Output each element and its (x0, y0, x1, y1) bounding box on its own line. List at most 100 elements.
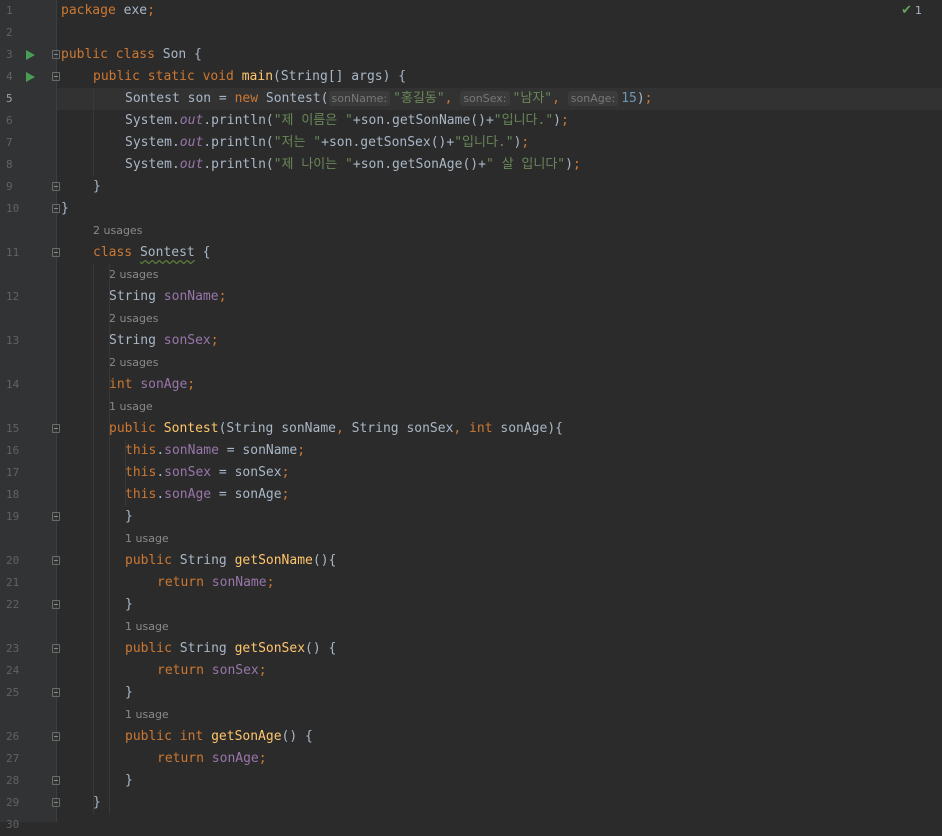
code-text[interactable]: System.out.println("제 나이는 "+son.getSonAg… (125, 154, 581, 176)
code-text[interactable]: String sonSex; (109, 330, 219, 352)
usages-hint[interactable]: 2 usages (93, 220, 142, 242)
usages-hint[interactable]: 1 usage (125, 528, 169, 550)
fold-icon[interactable] (52, 72, 60, 81)
code-line[interactable]: 4 public static void main(String[] args) … (6, 66, 942, 88)
code-token: "홍길동" (393, 91, 445, 106)
fold-icon[interactable] (52, 776, 60, 785)
usage-hint-row[interactable]: 2 usages (57, 264, 942, 286)
run-gutter-icon[interactable] (26, 50, 35, 60)
usage-hint-row[interactable]: 2 usages (57, 352, 942, 374)
code-line[interactable]: 19} (6, 506, 942, 528)
code-line[interactable]: 13 String sonSex; (6, 330, 942, 352)
code-line[interactable]: 6 System.out.println("제 이름은 "+son.getSonN… (6, 110, 942, 132)
code-line[interactable]: 22} (6, 594, 942, 616)
fold-icon[interactable] (52, 424, 60, 433)
usages-hint[interactable]: 1 usage (125, 616, 169, 638)
code-line[interactable]: 2 (6, 22, 942, 44)
code-token: = sonSex (211, 465, 282, 480)
inspection-widget[interactable]: ✔ 1 (901, 3, 922, 18)
code-line[interactable]: 29} (6, 792, 942, 814)
code-line[interactable]: 18 this.sonAge = sonAge; (6, 484, 942, 506)
fold-icon[interactable] (52, 204, 60, 213)
code-text[interactable]: String sonName; (109, 286, 226, 308)
code-line[interactable]: 11 class Sontest { (6, 242, 942, 264)
usages-hint[interactable]: 2 usages (109, 308, 158, 330)
line-number: 11 (6, 246, 20, 259)
code-text[interactable]: System.out.println("제 이름은 "+son.getSonNa… (125, 110, 569, 132)
fold-icon[interactable] (52, 182, 60, 191)
code-line[interactable]: 1 package exe; (6, 0, 942, 22)
code-line[interactable]: 12 String sonName; (6, 286, 942, 308)
code-text[interactable]: public class Son { (61, 44, 202, 66)
usage-hint-row[interactable]: 1 usage (57, 396, 942, 418)
usages-hint[interactable]: 1 usage (109, 396, 153, 418)
code-text[interactable]: public String getSonName(){ (125, 550, 336, 572)
code-text[interactable]: this.sonName = sonName; (125, 440, 305, 462)
code-line[interactable]: 15 public Sontest(String sonName, String … (6, 418, 942, 440)
code-line[interactable]: 14 int sonAge; (6, 374, 942, 396)
fold-icon[interactable] (52, 248, 60, 257)
indent-guide (125, 440, 126, 506)
code-text[interactable]: } (125, 594, 133, 616)
fold-icon[interactable] (52, 600, 60, 609)
fold-icon[interactable] (52, 556, 60, 565)
usages-hint[interactable]: 2 usages (109, 352, 158, 374)
fold-icon[interactable] (52, 732, 60, 741)
code-line[interactable]: 16 this.sonName = sonName; (6, 440, 942, 462)
code-text[interactable]: public String getSonSex() { (125, 638, 336, 660)
code-line[interactable]: 21 return sonName; (6, 572, 942, 594)
usages-hint[interactable]: 1 usage (125, 704, 169, 726)
code-text[interactable]: } (125, 770, 133, 792)
code-line[interactable]: 24 return sonSex; (6, 660, 942, 682)
usage-hint-row[interactable]: 2 usages (57, 308, 942, 330)
fold-icon[interactable] (52, 688, 60, 697)
code-line[interactable]: 8 System.out.println("제 나이는 "+son.getSonA… (6, 154, 942, 176)
fold-icon[interactable] (52, 798, 60, 807)
code-line[interactable]: 25} (6, 682, 942, 704)
code-text[interactable]: class Sontest { (93, 242, 210, 264)
code-text[interactable]: public Sontest(String sonName, String so… (109, 418, 563, 440)
code-token: ; (258, 663, 267, 678)
code-token: (String sonName (218, 421, 336, 436)
code-text[interactable]: this.sonAge = sonAge; (125, 484, 289, 506)
code-line[interactable]: 5 Sontest son = new Sontest(sonName: "홍길동"… (6, 88, 942, 110)
usage-hint-row[interactable]: 1 usage (57, 616, 942, 638)
usages-hint[interactable]: 2 usages (109, 264, 158, 286)
code-text[interactable]: this.sonSex = sonSex; (125, 462, 289, 484)
code-line[interactable]: 17 this.sonSex = sonSex; (6, 462, 942, 484)
code-line[interactable]: 28} (6, 770, 942, 792)
code-line[interactable]: 26 public int getSonAge() { (6, 726, 942, 748)
usage-hint-row[interactable]: 2 usages (57, 220, 942, 242)
code-text[interactable]: int sonAge; (109, 374, 195, 396)
code-line[interactable]: 23 public String getSonSex() { (6, 638, 942, 660)
code-text[interactable]: } (93, 792, 101, 814)
code-text[interactable]: Sontest son = new Sontest(sonName: "홍길동",… (125, 88, 653, 110)
code-token: .println( (203, 135, 274, 150)
usage-hint-row[interactable]: 1 usage (57, 704, 942, 726)
code-line[interactable]: 7 System.out.println("저는 "+son.getSonSex(… (6, 132, 942, 154)
code-editor[interactable]: 1 package exe; 2 3 public class Son {4 public… (6, 0, 942, 831)
code-line[interactable]: 27 return sonAge; (6, 748, 942, 770)
code-text[interactable]: return sonSex; (157, 660, 267, 682)
code-text[interactable]: return sonAge; (157, 748, 267, 770)
fold-icon[interactable] (52, 50, 60, 59)
run-gutter-icon[interactable] (26, 72, 35, 82)
line-number: 17 (6, 466, 20, 479)
code-text[interactable]: } (125, 682, 133, 704)
code-text[interactable]: } (125, 506, 133, 528)
code-text[interactable]: } (93, 176, 101, 198)
usage-hint-row[interactable]: 1 usage (57, 528, 942, 550)
code-text[interactable]: public int getSonAge() { (125, 726, 313, 748)
code-text[interactable]: System.out.println("저는 "+son.getSonSex()… (125, 132, 529, 154)
code-line[interactable]: 20 public String getSonName(){ (6, 550, 942, 572)
code-line[interactable]: 10} (6, 198, 942, 220)
fold-icon[interactable] (52, 512, 60, 521)
code-line[interactable]: 30 (6, 814, 942, 836)
code-text[interactable]: } (61, 198, 69, 220)
fold-icon[interactable] (52, 644, 60, 653)
code-line[interactable]: 3 public class Son { (6, 44, 942, 66)
code-text[interactable]: return sonName; (157, 572, 274, 594)
code-text[interactable]: package exe; (61, 0, 155, 22)
code-text[interactable]: public static void main(String[] args) { (93, 66, 406, 88)
code-line[interactable]: 9} (6, 176, 942, 198)
